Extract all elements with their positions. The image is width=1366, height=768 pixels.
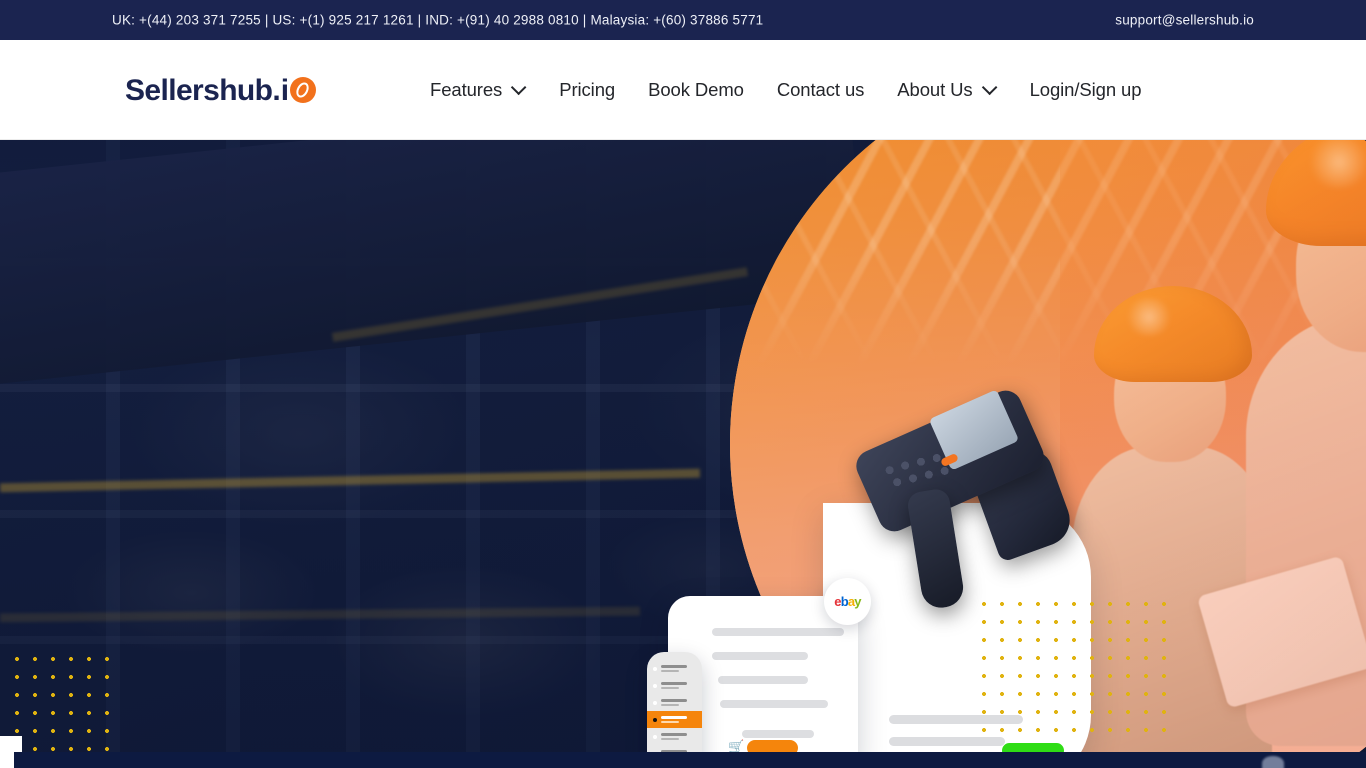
corner-notch <box>0 736 22 752</box>
main-navigation: Features Pricing Book Demo Contact us Ab… <box>430 73 1142 107</box>
nav-item-contact-us[interactable]: Contact us <box>777 73 897 107</box>
orange-buy-button[interactable] <box>747 740 798 752</box>
next-section-strip <box>0 752 1366 768</box>
contact-phone-numbers: UK: +(44) 203 371 7255 | US: +(1) 925 21… <box>112 12 764 28</box>
menu-item-3[interactable] <box>647 694 702 711</box>
nav-label-contact-us: Contact us <box>776 78 865 100</box>
shopping-cart-icon: 🛒 <box>728 739 745 753</box>
chevron-down-icon <box>981 79 997 96</box>
bullet-icon <box>653 734 657 739</box>
nav-label-about-us: About Us <box>897 78 973 100</box>
menu-item-label-placeholder <box>661 699 687 706</box>
placeholder-line <box>720 700 828 708</box>
bullet-icon <box>653 683 657 688</box>
ebay-letter-b: b <box>840 594 849 609</box>
placeholder-line <box>712 628 844 636</box>
bullet-icon <box>653 666 657 671</box>
nav-item-pricing[interactable]: Pricing <box>559 73 648 107</box>
menu-item-label-placeholder <box>661 716 687 723</box>
decorative-dot-grid-left <box>8 650 118 752</box>
menu-item-5[interactable] <box>647 728 702 745</box>
nav-item-about-us[interactable]: About Us <box>897 73 1029 107</box>
logo-dot: . <box>272 73 281 107</box>
menu-item-4-selected[interactable] <box>647 711 702 728</box>
placeholder-line <box>718 676 808 684</box>
site-header: Sellershub . i Features Pricing Book Dem… <box>0 40 1366 140</box>
decorative-dot-grid-right <box>975 595 1175 745</box>
bullet-icon-active <box>653 717 657 722</box>
sellershub-logo[interactable]: Sellershub . i <box>125 73 317 107</box>
bullet-icon <box>653 700 657 705</box>
handheld-rfid-scanner-image <box>851 378 1078 611</box>
nav-label-book-demo: Book Demo <box>648 78 744 100</box>
nav-label-login-signup: Login/Sign up <box>1029 78 1142 100</box>
sidebar-menu-card <box>647 652 702 752</box>
logo-orange-o-icon <box>290 76 317 103</box>
nav-item-book-demo[interactable]: Book Demo <box>648 73 777 107</box>
hero-section: 🛒 ebay <box>0 140 1366 752</box>
logo-letter-i: i <box>280 73 290 107</box>
next-section-navy-band <box>14 752 1366 768</box>
menu-item-1[interactable] <box>647 660 702 677</box>
menu-item-2[interactable] <box>647 677 702 694</box>
menu-item-label-placeholder <box>661 733 687 740</box>
menu-item-6[interactable] <box>647 745 702 752</box>
nav-label-pricing: Pricing <box>559 78 616 100</box>
placeholder-line <box>712 652 808 660</box>
support-email-link[interactable]: support@sellershub.io <box>1115 13 1254 28</box>
menu-item-label-placeholder <box>661 665 687 672</box>
menu-item-label-placeholder <box>661 682 687 689</box>
nav-item-login-signup[interactable]: Login/Sign up <box>1030 73 1142 107</box>
logo-wordmark: Sellershub <box>125 73 273 107</box>
nav-label-features: Features <box>430 78 503 100</box>
chevron-down-icon <box>511 79 527 96</box>
placeholder-line <box>742 730 814 738</box>
nav-item-features[interactable]: Features <box>430 73 559 107</box>
top-contact-bar: UK: +(44) 203 371 7255 | US: +(1) 925 21… <box>0 0 1366 40</box>
scanner-pistol-grip <box>906 487 966 611</box>
next-section-decor-shape <box>1262 756 1284 768</box>
